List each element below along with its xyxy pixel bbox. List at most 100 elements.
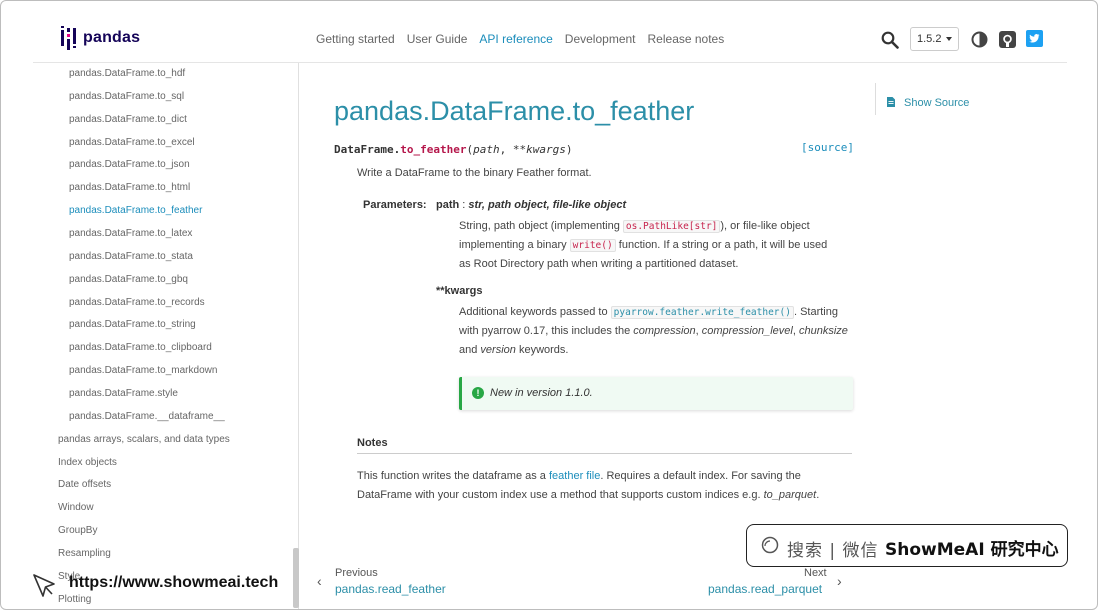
sidebar-item-index-objects[interactable]: Index objects (58, 457, 117, 468)
keyword-version: version (480, 344, 516, 356)
sidebar-item-to-dict[interactable]: pandas.DataFrame.to_dict (69, 114, 187, 125)
param-path-desc-text: function. If a string or a path, it will… (615, 239, 828, 251)
notes-text: . (816, 489, 820, 501)
sidebar-item-window[interactable]: Window (58, 502, 94, 513)
top-navbar: pandas Getting started User Guide API re… (1, 1, 1097, 63)
sidebar-item-to-feather[interactable]: pandas.DataFrame.to_feather (69, 205, 202, 216)
inline-code: write() (569, 239, 616, 252)
sidebar-item-to-gbq[interactable]: pandas.DataFrame.to_gbq (69, 274, 188, 285)
version-added-note: ! New in version 1.1.0. (459, 377, 853, 410)
watermark-search-text: 搜索 | 微信 (787, 541, 879, 561)
chevron-right-icon[interactable]: › (837, 573, 842, 589)
notes-heading: Notes (357, 437, 388, 449)
nav-user-guide[interactable]: User Guide (407, 32, 468, 46)
param-kwargs-description: Additional keywords passed to pyarrow.fe… (459, 303, 859, 360)
inline-code-link[interactable]: pyarrow.feather.write_feather() (610, 306, 794, 319)
sidebar-item-to-latex[interactable]: pandas.DataFrame.to_latex (69, 228, 192, 239)
sidebar-item-to-json[interactable]: pandas.DataFrame.to_json (69, 159, 190, 170)
param-path-desc-text: String, path object (implementing (459, 220, 623, 232)
nav-getting-started[interactable]: Getting started (316, 32, 395, 46)
sidebar-item-resampling[interactable]: Resampling (58, 548, 111, 559)
sidebar-item-to-hdf[interactable]: pandas.DataFrame.to_hdf (69, 68, 185, 79)
param-path-description: String, path object (implementing os.Pat… (459, 217, 859, 274)
cursor-icon (33, 574, 55, 597)
twitter-icon[interactable] (1026, 30, 1043, 47)
chevron-down-icon (946, 37, 952, 41)
signature-function: to_feather (400, 143, 467, 156)
feather-file-link[interactable]: feather file (549, 470, 600, 482)
nav-release-notes[interactable]: Release notes (648, 32, 725, 46)
nav-development[interactable]: Development (565, 32, 636, 46)
pandas-logo-mark (61, 26, 77, 50)
next-label: Next (804, 567, 827, 579)
sidebar-item-groupby[interactable]: GroupBy (58, 525, 97, 536)
inline-code: os.PathLike[str] (622, 220, 721, 233)
signature-close-paren: ) (565, 143, 573, 156)
param-path-desc-text: as Root Directory path when writing a pa… (459, 258, 739, 270)
notes-text: This function writes the dataframe as a (357, 470, 549, 482)
info-icon: ! (472, 387, 484, 399)
notes-divider (357, 453, 852, 454)
sidebar-item-to-records[interactable]: pandas.DataFrame.to_records (69, 297, 205, 308)
signature-separator: , (499, 143, 513, 156)
previous-label: Previous (335, 567, 378, 579)
sidebar-item-date-offsets[interactable]: Date offsets (58, 479, 111, 490)
sidebar-item-style[interactable]: pandas.DataFrame.style (69, 388, 178, 399)
toc-divider (875, 83, 876, 115)
sidebar-item-to-sql[interactable]: pandas.DataFrame.to_sql (69, 91, 184, 102)
watermark-url: https://www.showmeai.tech (69, 574, 279, 591)
nav-api-reference[interactable]: API reference (479, 32, 552, 46)
sidebar-item-to-markdown[interactable]: pandas.DataFrame.to_markdown (69, 365, 217, 376)
param-kwargs-desc-text: . Starting (793, 306, 838, 318)
sidebar-item-arrays[interactable]: pandas arrays, scalars, and data types (58, 434, 230, 445)
sidebar-item-to-string[interactable]: pandas.DataFrame.to_string (69, 319, 196, 330)
param-kwargs-desc-text: and (459, 344, 481, 356)
sidebar-item-dataframe-protocol[interactable]: pandas.DataFrame.__dataframe__ (69, 411, 225, 422)
logo-text: pandas (83, 29, 141, 46)
github-icon[interactable] (999, 31, 1016, 48)
function-description: Write a DataFrame to the binary Feather … (357, 167, 592, 179)
search-icon (761, 536, 779, 554)
param-kwargs-desc-text: with pyarrow 0.17, this includes the (459, 325, 634, 337)
param-path-desc-text: implementing a binary (459, 239, 570, 251)
previous-page-link[interactable]: pandas.read_feather (335, 582, 446, 596)
notes-to-parquet: to_parquet (763, 489, 817, 501)
show-source-link[interactable]: Show Source (904, 97, 969, 109)
sidebar: pandas.DataFrame.to_hdf pandas.DataFrame… (1, 63, 299, 609)
search-icon[interactable] (881, 31, 899, 49)
showmeai-watermark: 搜索 | 微信 ShowMeAI 研究中心 (746, 524, 1068, 567)
keyword-chunksize: chunksize (798, 325, 848, 337)
param-kwargs-name: **kwargs (436, 285, 483, 297)
notes-paragraph: This function writes the dataframe as a … (357, 467, 852, 505)
param-path-desc-text: ), or file-like object (720, 220, 810, 232)
top-nav: Getting started User Guide API reference… (316, 32, 724, 46)
sidebar-scrollbar[interactable] (293, 548, 299, 608)
parameters-label: Parameters: (363, 199, 427, 211)
watermark-brand: ShowMeAI 研究中心 (885, 540, 1059, 560)
next-page-link[interactable]: pandas.read_parquet (708, 582, 822, 596)
keyword-compression-level: compression_level (701, 325, 793, 337)
version-select[interactable]: 1.5.2 (910, 27, 959, 51)
source-link[interactable]: [source] (801, 141, 854, 154)
chevron-left-icon[interactable]: ‹ (317, 573, 322, 589)
browser-frame: pandas Getting started User Guide API re… (0, 0, 1098, 610)
sidebar-item-to-stata[interactable]: pandas.DataFrame.to_stata (69, 251, 193, 262)
param-path-type: str, path object, file-like object (468, 199, 627, 211)
param-kwargs-desc-text: keywords. (515, 344, 569, 356)
page-title: pandas.DataFrame.to_feather (334, 96, 695, 126)
file-icon (887, 97, 895, 107)
param-kwargs-desc-text: Additional keywords passed to (459, 306, 611, 318)
sidebar-item-to-html[interactable]: pandas.DataFrame.to_html (69, 182, 190, 193)
pandas-logo[interactable]: pandas (61, 26, 140, 50)
sidebar-item-plotting[interactable]: Plotting (58, 594, 91, 605)
sidebar-item-to-excel[interactable]: pandas.DataFrame.to_excel (69, 137, 195, 148)
signature-object: DataFrame. (334, 143, 401, 156)
keyword-compression: compression (633, 325, 696, 337)
param-path-header: path : str, path object, file-like objec… (436, 199, 626, 211)
version-value: 1.5.2 (917, 33, 942, 45)
theme-toggle-icon[interactable] (971, 31, 988, 48)
function-signature: DataFrame.to_feather(path, **kwargs) (334, 143, 572, 156)
sidebar-item-to-clipboard[interactable]: pandas.DataFrame.to_clipboard (69, 342, 212, 353)
version-added-text: New in version 1.1.0. (490, 387, 593, 399)
param-path-name: path (436, 199, 460, 211)
